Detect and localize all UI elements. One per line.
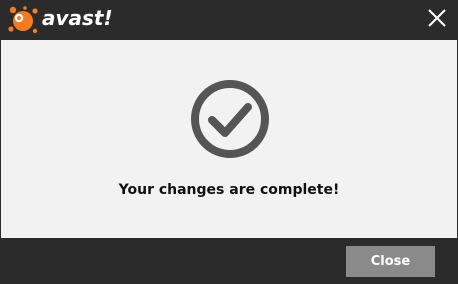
avast-splat-icon [8, 6, 38, 34]
brand-name: avast! [42, 6, 113, 30]
close-button[interactable]: Close [346, 246, 435, 277]
content-area: Your changes are complete! [1, 40, 457, 238]
avast-logo: avast! [8, 5, 116, 35]
title-bar: avast! [0, 0, 458, 40]
footer-bar: Close [0, 238, 458, 284]
check-circle-icon [188, 77, 272, 161]
completion-message: Your changes are complete! [118, 182, 340, 198]
avast-dialog: avast! Your changes are complete! Close [0, 0, 458, 284]
close-icon[interactable] [426, 7, 448, 29]
